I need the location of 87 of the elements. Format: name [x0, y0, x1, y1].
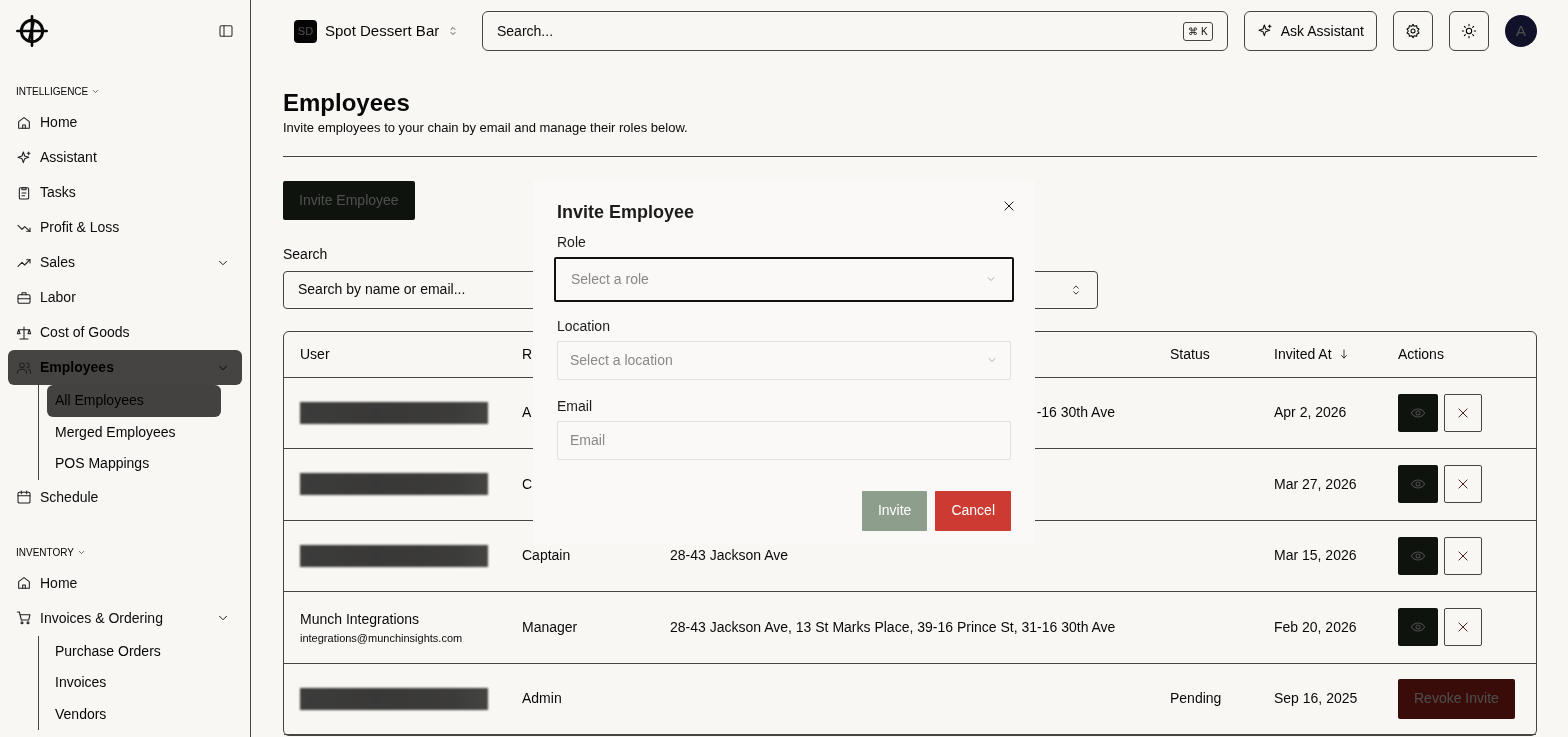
- column-header: R: [522, 344, 533, 364]
- user-email: integrations@munchinsights.com: [300, 630, 464, 646]
- org-switcher[interactable]: SD Spot Dessert Bar: [294, 19, 466, 43]
- column-header[interactable]: Invited At: [1274, 343, 1332, 365]
- sidebar-item[interactable]: Cost of Goods: [8, 315, 242, 350]
- user-name: Munch Integrations: [300, 609, 421, 629]
- cart-icon: [16, 610, 32, 626]
- section-heading[interactable]: INVENTORY: [8, 544, 94, 560]
- role-text: Admin: [522, 690, 562, 707]
- settings-icon: [1405, 23, 1421, 39]
- calendar-icon: [16, 489, 32, 505]
- remove-button[interactable]: [1444, 465, 1482, 504]
- location-text: 28-43 Jackson Ave: [670, 547, 789, 564]
- sidebar-item[interactable]: Home: [8, 565, 242, 601]
- home-icon: [16, 114, 32, 131]
- sparkle-icon: [16, 149, 32, 166]
- ask-assistant-button[interactable]: Ask Assistant: [1243, 11, 1377, 51]
- theme-toggle-button[interactable]: [1449, 11, 1489, 51]
- settings-button[interactable]: [1393, 11, 1433, 51]
- sidebar-item[interactable]: Schedule: [8, 479, 242, 515]
- sidebar-item[interactable]: Labor: [8, 280, 242, 315]
- role-text: C: [522, 475, 533, 492]
- remove-button[interactable]: [1444, 536, 1482, 575]
- close-icon: [1456, 548, 1470, 563]
- field-label: Location: [557, 316, 610, 336]
- location-text: 28-43 Jackson Ave, 13 St Marks Place, 39-16 Prince St, 31-16 30th Ave: [670, 618, 1116, 635]
- section-heading[interactable]: INTELLIGENCE: [8, 84, 109, 99]
- date-text: Mar 27, 2026: [1274, 475, 1357, 492]
- role-text: Captain: [522, 547, 571, 564]
- select-placeholder: Select a role: [571, 269, 649, 289]
- sidebar-item[interactable]: Tasks: [8, 175, 242, 210]
- sparkle-icon: [1256, 23, 1273, 39]
- sidebar-item[interactable]: Assistant: [8, 140, 242, 175]
- date-text: Apr 2, 2026: [1274, 404, 1347, 421]
- sun-icon: [1461, 23, 1477, 39]
- dialog-title: Invite Employee: [557, 202, 695, 224]
- home-icon: [16, 575, 32, 591]
- status-text: Pending: [1170, 690, 1222, 707]
- search-label: Search: [283, 244, 328, 264]
- users-icon: [16, 359, 32, 376]
- sidebar-subitem[interactable]: Purchase Orders: [47, 635, 221, 667]
- sidebar-item[interactable]: Invoices & Ordering: [8, 600, 242, 636]
- close-icon: [1002, 199, 1016, 214]
- remove-button[interactable]: [1444, 608, 1482, 647]
- close-icon: [1456, 620, 1470, 635]
- page-subtitle: Invite employees to your chain by email and manage their roles below.: [283, 119, 689, 137]
- column-header: Status: [1170, 344, 1210, 364]
- page-title: Employees: [283, 88, 411, 118]
- close-icon: [1456, 477, 1470, 492]
- search-placeholder: Search...: [497, 21, 554, 41]
- close-icon: [1456, 405, 1470, 420]
- view-button[interactable]: [1398, 465, 1438, 504]
- sidebar-subitem[interactable]: Merged Employees: [47, 416, 221, 448]
- column-header: User: [300, 344, 330, 364]
- org-name: Spot Dessert Bar: [325, 20, 440, 41]
- crosshair-logo: [16, 15, 48, 47]
- sidebar-subitem[interactable]: Vendors: [47, 698, 221, 730]
- sidebar-subitem[interactable]: POS Mappings: [47, 448, 221, 480]
- email-field[interactable]: Email: [557, 420, 1011, 460]
- shortcut-hint: ⌘ K: [1183, 21, 1213, 41]
- scale-icon: [16, 324, 32, 341]
- column-header: Actions: [1398, 344, 1444, 364]
- search-placeholder: Search by name or email...: [298, 280, 466, 299]
- clipboard-icon: [16, 184, 32, 201]
- view-button[interactable]: [1398, 536, 1438, 575]
- field-label: Role: [557, 232, 586, 252]
- sidebar-subitem[interactable]: Invoices: [47, 667, 221, 699]
- sidebar-item[interactable]: Profit & Loss: [8, 210, 242, 245]
- field-label: Email: [557, 396, 592, 416]
- org-badge: SD: [294, 19, 317, 43]
- sidebar-item[interactable]: Sales: [8, 245, 242, 280]
- location-text: -16 30th Ave: [1036, 404, 1115, 421]
- role-text: Manager: [522, 618, 578, 635]
- sidebar-item[interactable]: Home: [8, 105, 242, 140]
- select-placeholder: Select a location: [570, 350, 673, 370]
- view-button[interactable]: [1398, 393, 1438, 432]
- view-button[interactable]: [1398, 608, 1438, 647]
- remove-button[interactable]: [1444, 393, 1482, 432]
- cancel-button[interactable]: Cancel: [935, 490, 1011, 531]
- chevron-icon: [91, 87, 101, 96]
- date-text: Feb 20, 2026: [1274, 618, 1357, 635]
- date-text: Mar 15, 2026: [1274, 547, 1357, 564]
- search-field[interactable]: Search... ⌘ K: [482, 11, 1228, 51]
- role-text: A: [522, 404, 532, 421]
- briefcase-icon: [16, 289, 32, 306]
- sidebar-toggle-icon[interactable]: [218, 23, 234, 39]
- date-text: Sep 16, 2025: [1274, 690, 1358, 707]
